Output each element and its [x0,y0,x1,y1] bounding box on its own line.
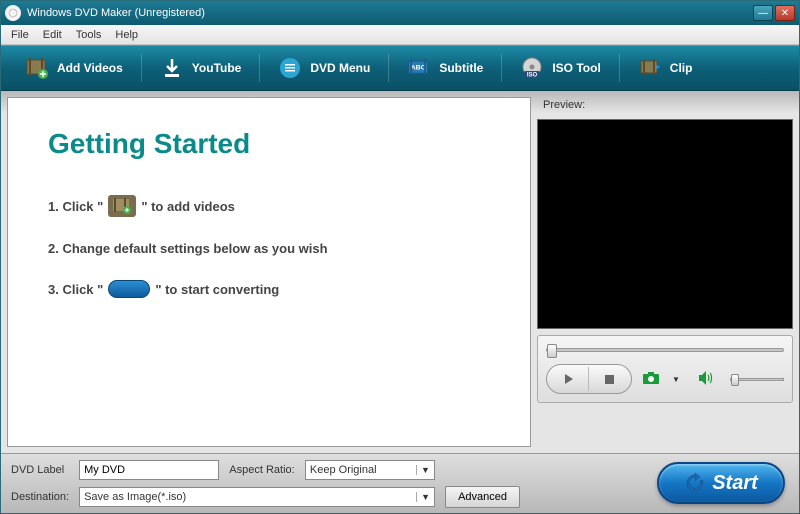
snapshot-button[interactable] [642,371,660,388]
subtitle-label: Subtitle [439,61,483,75]
download-icon [160,56,184,80]
snapshot-dropdown[interactable]: ▼ [672,375,680,384]
titlebar: Windows DVD Maker (Unregistered) — ✕ [1,1,799,25]
menubar: File Edit Tools Help [1,25,799,45]
iso-tool-label: ISO Tool [552,61,600,75]
window-title: Windows DVD Maker (Unregistered) [27,7,753,19]
play-icon [564,374,574,384]
start-label: Start [712,472,758,495]
menu-icon [278,56,302,80]
clip-button[interactable]: Clip [628,52,703,84]
start-button[interactable]: Start [657,462,785,504]
main-panel: Getting Started 1. Click " " to add vide… [7,97,531,447]
toolbar: Add Videos YouTube DVD Menu ABC Subtitle [1,45,799,91]
advanced-button[interactable]: Advanced [445,486,520,508]
youtube-button[interactable]: YouTube [150,52,252,84]
stop-button[interactable] [589,367,629,391]
step-1: 1. Click " " to add videos [48,195,490,217]
clip-icon [638,56,662,80]
minimize-button[interactable]: — [753,5,773,21]
play-stop-group [546,364,632,394]
play-button[interactable] [549,367,589,391]
add-videos-label: Add Videos [57,61,123,75]
add-video-inline-icon [108,195,136,217]
add-videos-button[interactable]: Add Videos [15,52,133,84]
app-window: Windows DVD Maker (Unregistered) — ✕ Fil… [0,0,800,514]
menu-help[interactable]: Help [109,27,144,43]
close-button[interactable]: ✕ [775,5,795,21]
getting-started-heading: Getting Started [48,128,490,160]
chevron-down-icon: ▼ [416,465,430,475]
aspect-ratio-text: Aspect Ratio: [229,464,295,476]
start-inline-icon [108,280,150,298]
seek-thumb[interactable] [547,344,557,358]
iso-icon: ISO [520,56,544,80]
volume-thumb[interactable] [731,374,739,386]
subtitle-button[interactable]: ABC Subtitle [397,52,493,84]
menu-tools[interactable]: Tools [70,27,108,43]
step-2: 2. Change default settings below as you … [48,241,490,256]
bottom-bar: DVD Label Aspect Ratio: Keep Original▼ D… [1,453,799,513]
preview-label: Preview: [537,97,793,113]
volume-icon[interactable] [698,371,714,388]
playback-controls: ▼ [537,335,793,403]
dvd-label-input[interactable] [79,460,219,480]
dvd-label-text: DVD Label [11,464,69,476]
stop-icon [605,375,614,384]
seek-slider[interactable] [546,348,784,352]
youtube-label: YouTube [192,61,242,75]
svg-text:ISO: ISO [527,73,538,79]
add-videos-icon [25,56,49,80]
volume-slider[interactable] [730,378,784,381]
menu-edit[interactable]: Edit [37,27,68,43]
clip-label: Clip [670,61,693,75]
content-area: Getting Started 1. Click " " to add vide… [1,91,799,453]
step-3: 3. Click " " to start converting [48,280,490,298]
app-logo-icon [5,5,21,21]
aspect-ratio-combo[interactable]: Keep Original▼ [305,460,435,480]
preview-viewport [537,119,793,329]
preview-column: Preview: [537,97,793,447]
refresh-icon [684,472,706,494]
iso-tool-button[interactable]: ISO ISO Tool [510,52,610,84]
svg-text:ABC: ABC [411,65,426,72]
destination-combo[interactable]: Save as Image(*.iso)▼ [79,487,435,507]
chevron-down-icon: ▼ [416,492,430,502]
subtitle-icon: ABC [407,56,431,80]
menu-file[interactable]: File [5,27,35,43]
dvd-menu-button[interactable]: DVD Menu [268,52,380,84]
dvd-menu-label: DVD Menu [310,61,370,75]
destination-text: Destination: [11,491,69,503]
